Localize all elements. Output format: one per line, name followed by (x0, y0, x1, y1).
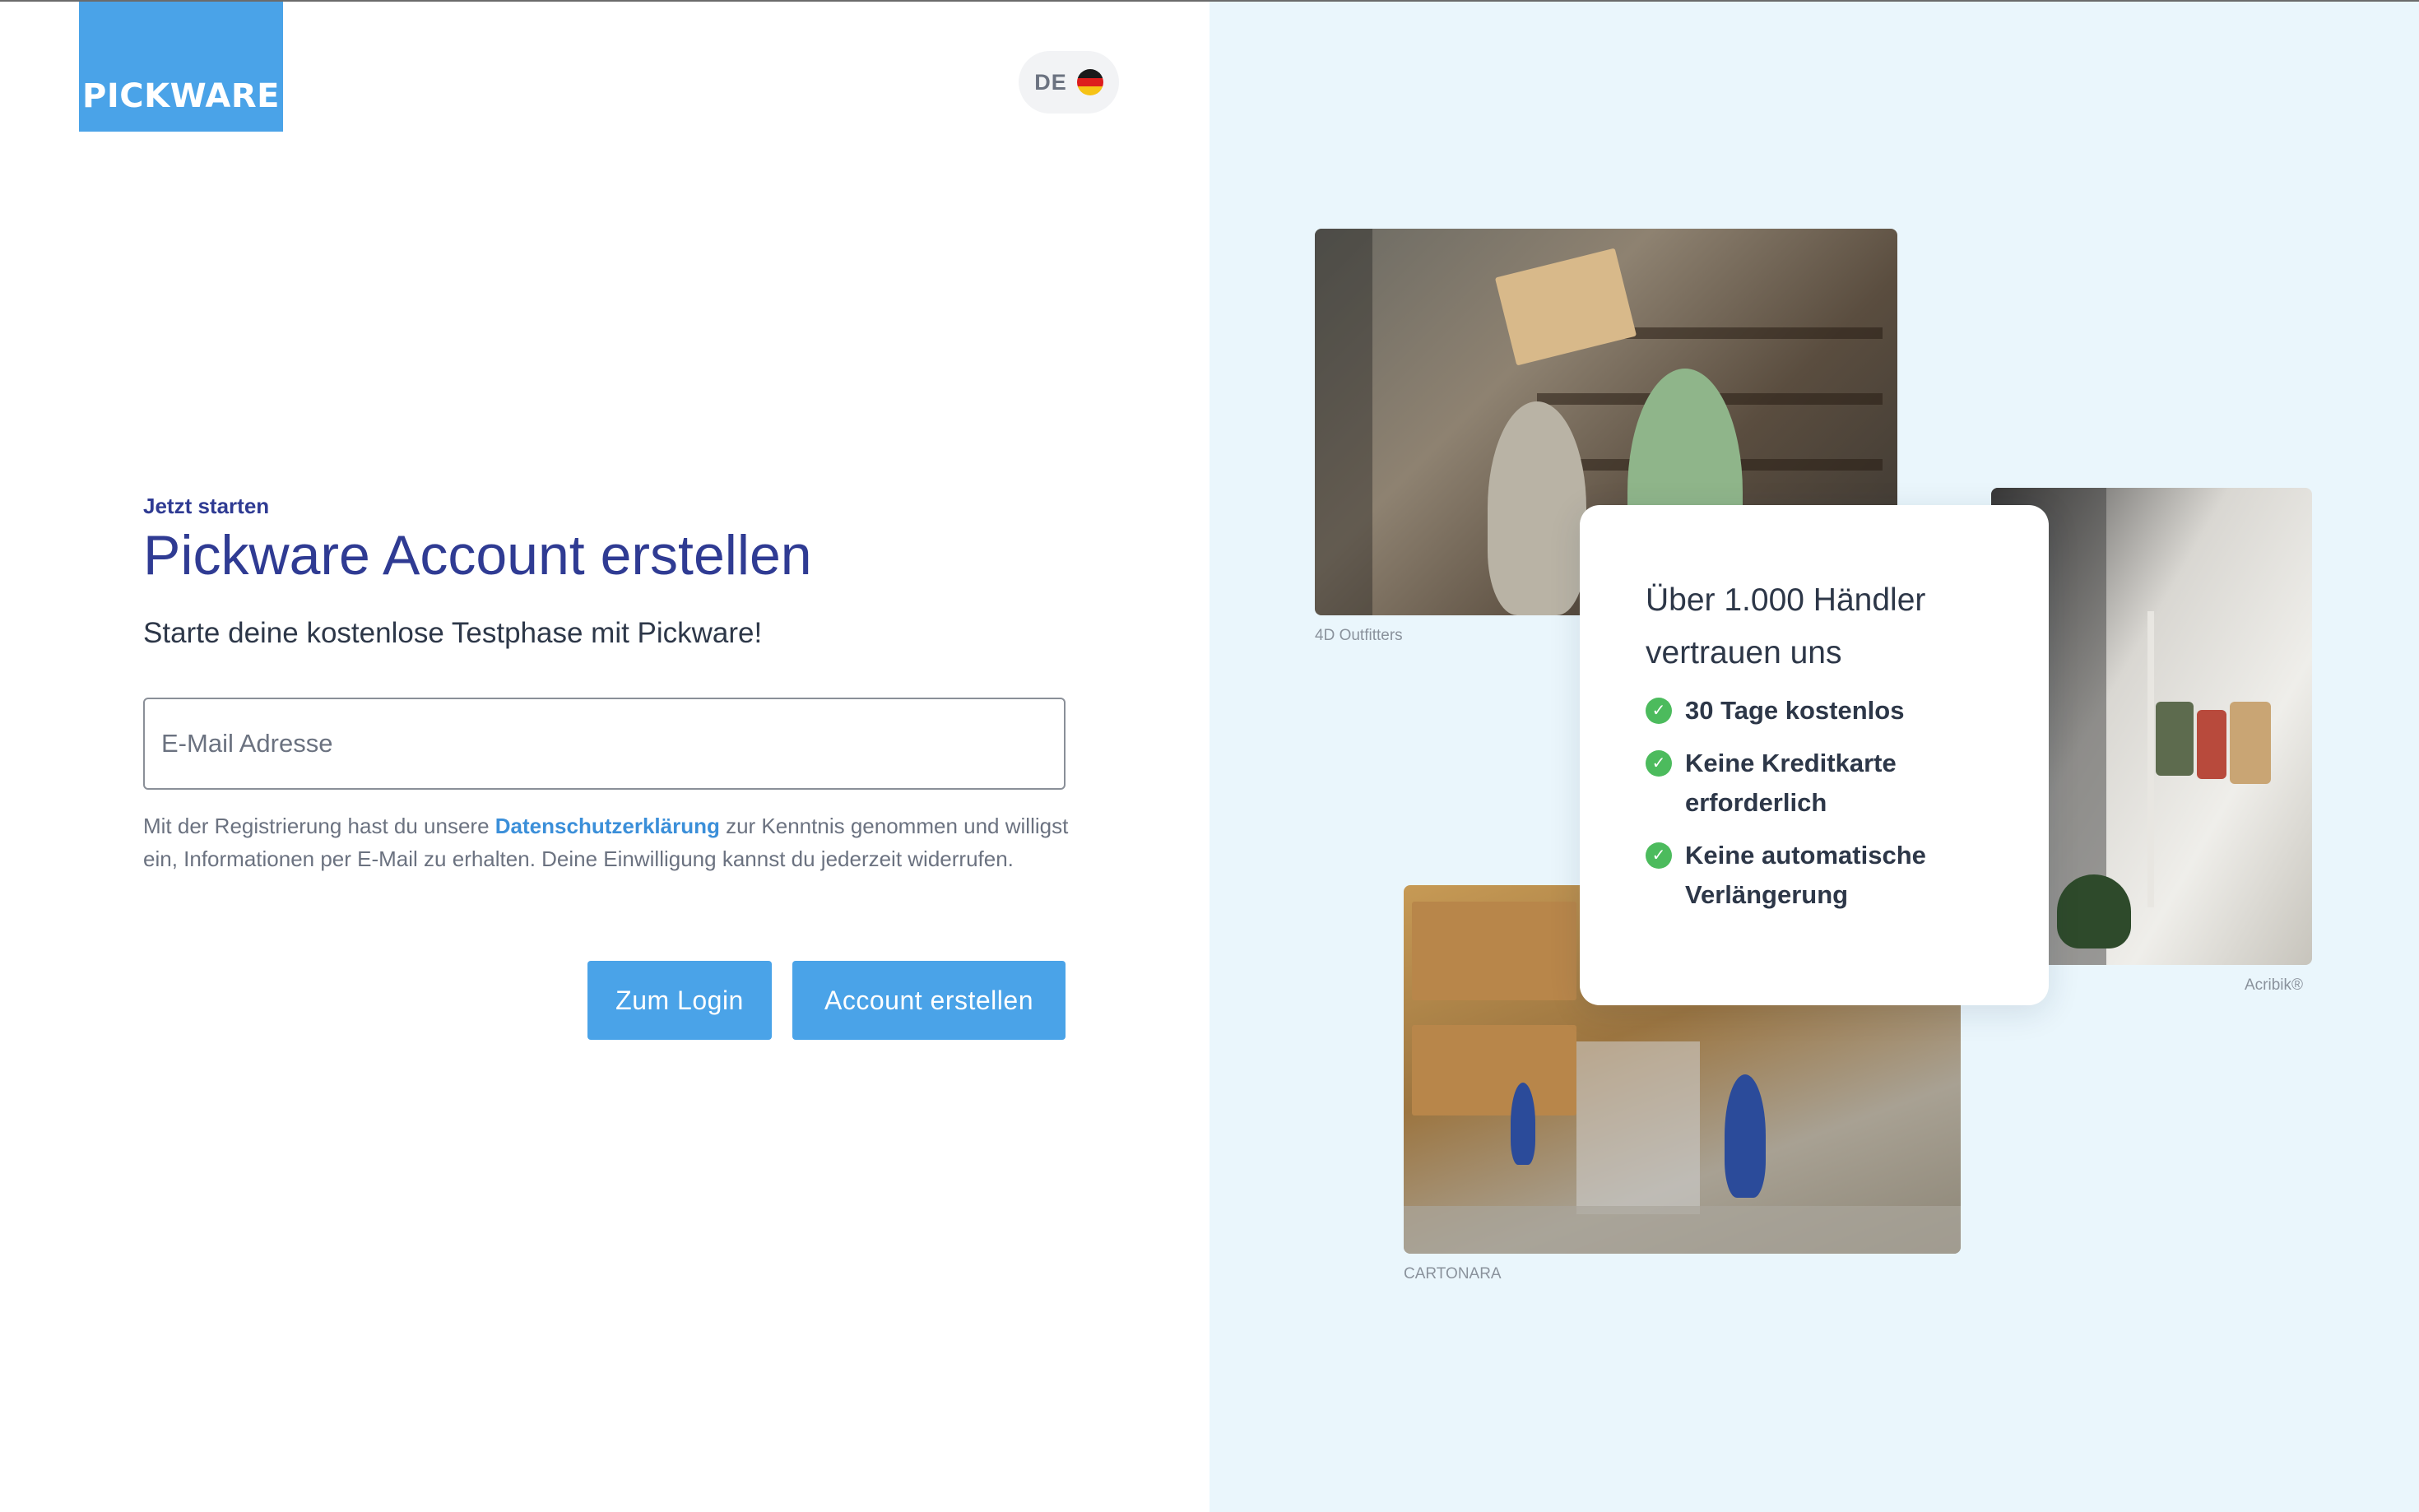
photo-caption: Acribik® (2245, 976, 2304, 994)
signup-panel: PICKWARE DE Jetzt starten Pickware Accou… (0, 0, 1210, 1512)
list-item: ✓ 30 Tage kostenlos (1646, 691, 1983, 730)
benefit-list: ✓ 30 Tage kostenlos ✓ Keine Kreditkarte … (1646, 691, 1983, 915)
privacy-policy-link[interactable]: Datenschutzerklärung (495, 814, 720, 838)
list-item: ✓ Keine Kreditkarte erforderlich (1646, 744, 1983, 823)
list-item: ✓ Keine automatische Verlängerung (1646, 836, 1983, 915)
benefit-text: Keine Kreditkarte erforderlich (1685, 749, 1897, 817)
login-button[interactable]: Zum Login (587, 961, 772, 1040)
email-field[interactable] (143, 698, 1066, 790)
photo-caption: CARTONARA (1404, 1265, 1502, 1282)
photo-caption: 4D Outfitters (1315, 627, 1403, 644)
benefit-text: 30 Tage kostenlos (1685, 696, 1905, 725)
eyebrow-label: Jetzt starten (143, 494, 270, 518)
trust-card: Über 1.000 Händler vertrauen uns ✓ 30 Ta… (1580, 505, 2049, 1005)
window-top-border (0, 0, 2419, 2)
page-subtitle: Starte deine kostenlose Testphase mit Pi… (143, 617, 763, 649)
pickware-logo[interactable]: PICKWARE (79, 0, 283, 132)
create-account-button[interactable]: Account erstellen (792, 961, 1066, 1040)
language-switcher[interactable]: DE (1019, 51, 1119, 114)
check-circle-icon: ✓ (1646, 698, 1672, 724)
germany-flag-icon (1076, 69, 1103, 95)
language-code: DE (1034, 69, 1067, 95)
page-title: Pickware Account erstellen (143, 524, 812, 587)
consent-text: Mit der Registrierung hast du unsere Dat… (143, 809, 1073, 875)
check-circle-icon: ✓ (1646, 750, 1672, 777)
benefit-text: Keine automatische Verlängerung (1685, 841, 1926, 909)
check-circle-icon: ✓ (1646, 842, 1672, 869)
consent-text-before: Mit der Registrierung hast du unsere (143, 814, 495, 838)
trust-card-title: Über 1.000 Händler vertrauen uns (1646, 582, 1926, 670)
